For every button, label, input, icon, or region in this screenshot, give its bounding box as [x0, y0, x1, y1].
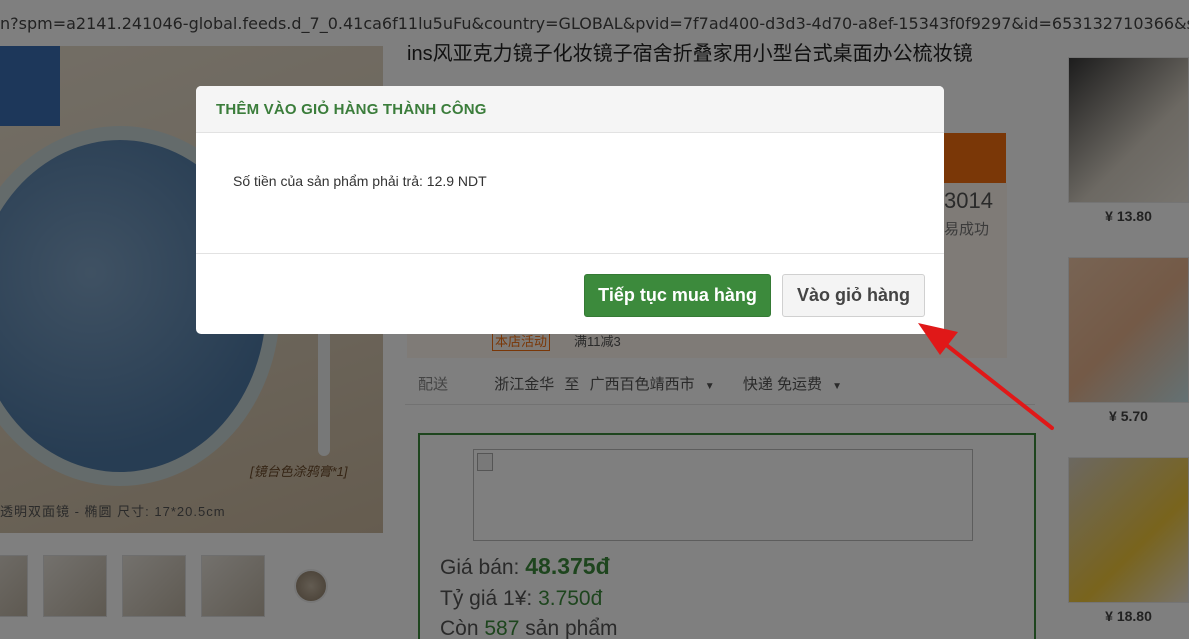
dialog-header: THÊM VÀO GIỎ HÀNG THÀNH CÔNG — [196, 86, 944, 133]
dialog-body: Số tiền của sản phẩm phải trả: 12.9 NDT — [196, 133, 944, 254]
continue-shopping-button[interactable]: Tiếp tục mua hàng — [584, 274, 771, 317]
add-to-cart-dialog: THÊM VÀO GIỎ HÀNG THÀNH CÔNG Số tiền của… — [196, 86, 944, 334]
amount-message: Số tiền của sản phẩm phải trả: 12.9 NDT — [233, 173, 487, 189]
dialog-title: THÊM VÀO GIỎ HÀNG THÀNH CÔNG — [216, 100, 487, 118]
dialog-footer: Tiếp tục mua hàng Vào giỏ hàng — [196, 254, 944, 334]
go-to-cart-button[interactable]: Vào giỏ hàng — [782, 274, 925, 317]
